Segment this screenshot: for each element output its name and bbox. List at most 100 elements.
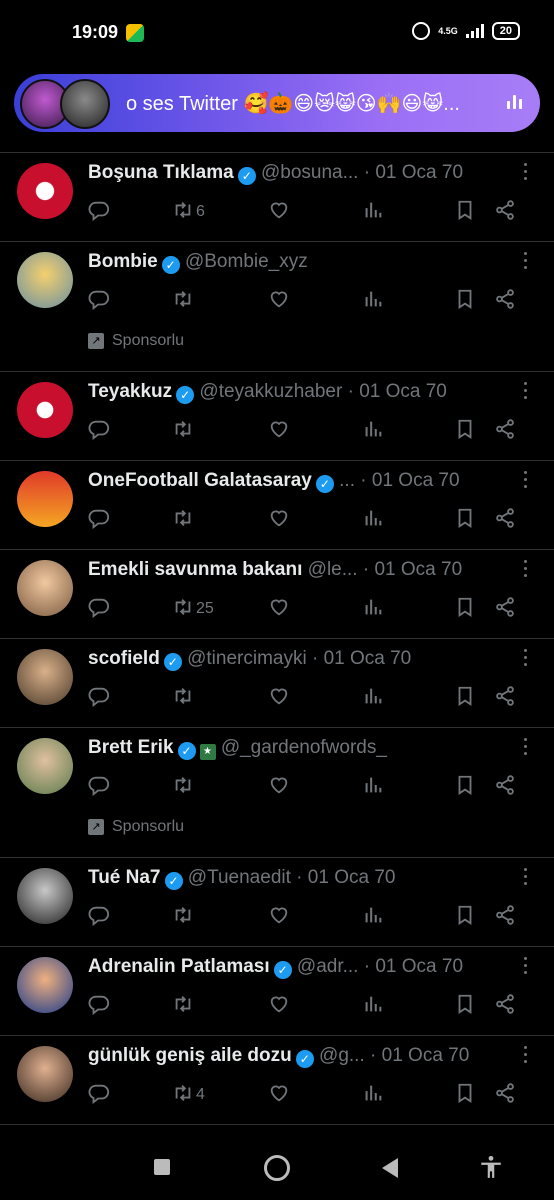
share-button[interactable] bbox=[494, 596, 516, 622]
back-button[interactable] bbox=[382, 1158, 398, 1178]
retweet-button[interactable] bbox=[172, 288, 196, 314]
avatar[interactable] bbox=[17, 471, 73, 527]
retweet-button[interactable] bbox=[172, 774, 196, 800]
author-name[interactable]: Brett Erik bbox=[88, 737, 174, 758]
author-name[interactable]: günlük geniş aile dozu bbox=[88, 1045, 292, 1066]
accessibility-icon[interactable] bbox=[478, 1154, 504, 1180]
tweet[interactable]: Brett Erik ✓ ★ @_gardenofwords_ ↗ Sponsorlu bbox=[0, 728, 554, 858]
avatar[interactable] bbox=[17, 738, 73, 794]
share-button[interactable] bbox=[494, 199, 516, 225]
tweet[interactable]: Emekli savunma bakanı @le... · 01 Oca 70… bbox=[0, 550, 554, 639]
author-handle[interactable]: @bosuna... bbox=[261, 162, 358, 183]
like-button[interactable] bbox=[268, 199, 290, 225]
reply-button[interactable] bbox=[88, 596, 110, 622]
more-options-icon[interactable] bbox=[524, 957, 528, 978]
retweet-button[interactable] bbox=[172, 507, 196, 533]
views-button[interactable] bbox=[362, 774, 384, 800]
share-button[interactable] bbox=[494, 288, 516, 314]
tweet[interactable]: OneFootball Galatasaray ✓ ... · 01 Oca 70 bbox=[0, 461, 554, 550]
author-name[interactable]: OneFootball Galatasaray bbox=[88, 470, 312, 491]
views-button[interactable] bbox=[362, 288, 384, 314]
bookmark-button[interactable] bbox=[454, 685, 476, 711]
views-button[interactable] bbox=[362, 685, 384, 711]
tweet[interactable]: Tué Na7 ✓ @Tuenaedit · 01 Oca 70 bbox=[0, 858, 554, 947]
like-button[interactable] bbox=[268, 596, 290, 622]
views-button[interactable] bbox=[362, 596, 384, 622]
share-button[interactable] bbox=[494, 1082, 516, 1108]
views-button[interactable] bbox=[362, 418, 384, 444]
avatar[interactable] bbox=[17, 382, 73, 438]
retweet-button[interactable] bbox=[172, 993, 196, 1019]
more-options-icon[interactable] bbox=[524, 1046, 528, 1067]
tweet[interactable]: Adrenalin Patlaması ✓ @adr... · 01 Oca 70 bbox=[0, 947, 554, 1036]
reply-button[interactable] bbox=[88, 993, 110, 1019]
tweet[interactable]: Teyakkuz ✓ @teyakkuzhaber · 01 Oca 70 bbox=[0, 372, 554, 461]
bookmark-button[interactable] bbox=[454, 596, 476, 622]
reply-button[interactable] bbox=[88, 685, 110, 711]
home-button[interactable] bbox=[264, 1155, 290, 1181]
timeline-feed[interactable]: Boşuna Tıklama ✓ @bosuna... · 01 Oca 70 6… bbox=[0, 152, 554, 1133]
reply-button[interactable] bbox=[88, 199, 110, 225]
more-options-icon[interactable] bbox=[524, 163, 528, 184]
share-button[interactable] bbox=[494, 418, 516, 444]
author-handle[interactable]: @tinercimayki bbox=[187, 648, 307, 669]
avatar[interactable] bbox=[17, 560, 73, 616]
tweet[interactable]: scofield ✓ @tinercimayki · 01 Oca 70 bbox=[0, 639, 554, 728]
bookmark-button[interactable] bbox=[454, 904, 476, 930]
author-handle[interactable]: @Tuenaedit bbox=[188, 867, 291, 888]
reply-button[interactable] bbox=[88, 774, 110, 800]
bookmark-button[interactable] bbox=[454, 1082, 476, 1108]
reply-button[interactable] bbox=[88, 418, 110, 444]
views-button[interactable] bbox=[362, 507, 384, 533]
avatar[interactable] bbox=[17, 957, 73, 1013]
avatar[interactable] bbox=[17, 1046, 73, 1102]
reply-button[interactable] bbox=[88, 288, 110, 314]
more-options-icon[interactable] bbox=[524, 252, 528, 273]
share-button[interactable] bbox=[494, 507, 516, 533]
bookmark-button[interactable] bbox=[454, 507, 476, 533]
views-button[interactable] bbox=[362, 993, 384, 1019]
like-button[interactable] bbox=[268, 904, 290, 930]
share-button[interactable] bbox=[494, 685, 516, 711]
more-options-icon[interactable] bbox=[524, 382, 528, 403]
more-options-icon[interactable] bbox=[524, 649, 528, 670]
views-button[interactable] bbox=[362, 1082, 384, 1108]
author-name[interactable]: Emekli savunma bakanı bbox=[88, 559, 302, 580]
like-button[interactable] bbox=[268, 993, 290, 1019]
author-name[interactable]: Bombie bbox=[88, 251, 158, 272]
more-options-icon[interactable] bbox=[524, 738, 528, 759]
retweet-button[interactable]: 25 bbox=[172, 596, 214, 622]
more-options-icon[interactable] bbox=[524, 560, 528, 581]
like-button[interactable] bbox=[268, 418, 290, 444]
share-button[interactable] bbox=[494, 774, 516, 800]
reply-button[interactable] bbox=[88, 904, 110, 930]
author-name[interactable]: Boşuna Tıklama bbox=[88, 162, 234, 183]
retweet-button[interactable]: 4 bbox=[172, 1082, 205, 1108]
avatar[interactable] bbox=[17, 868, 73, 924]
author-handle[interactable]: @le... bbox=[308, 559, 358, 580]
more-options-icon[interactable] bbox=[524, 471, 528, 492]
avatar[interactable] bbox=[17, 163, 73, 219]
author-name[interactable]: Teyakkuz bbox=[88, 381, 172, 402]
like-button[interactable] bbox=[268, 685, 290, 711]
avatar[interactable] bbox=[17, 649, 73, 705]
views-button[interactable] bbox=[362, 199, 384, 225]
author-handle[interactable]: @Bombie_xyz bbox=[185, 251, 308, 272]
reply-button[interactable] bbox=[88, 1082, 110, 1108]
bookmark-button[interactable] bbox=[454, 993, 476, 1019]
author-handle[interactable]: @teyakkuzhaber bbox=[199, 381, 342, 402]
author-handle[interactable]: @_gardenofwords_ bbox=[221, 737, 387, 758]
tweet[interactable]: Boşuna Tıklama ✓ @bosuna... · 01 Oca 70 6 bbox=[0, 153, 554, 242]
author-handle[interactable]: ... bbox=[339, 470, 355, 491]
bookmark-button[interactable] bbox=[454, 288, 476, 314]
author-name[interactable]: scofield bbox=[88, 648, 160, 669]
reply-button[interactable] bbox=[88, 507, 110, 533]
like-button[interactable] bbox=[268, 507, 290, 533]
like-button[interactable] bbox=[268, 1082, 290, 1108]
retweet-button[interactable] bbox=[172, 685, 196, 711]
share-button[interactable] bbox=[494, 993, 516, 1019]
bookmark-button[interactable] bbox=[454, 199, 476, 225]
more-options-icon[interactable] bbox=[524, 868, 528, 889]
author-handle[interactable]: @g... bbox=[319, 1045, 365, 1066]
share-button[interactable] bbox=[494, 904, 516, 930]
